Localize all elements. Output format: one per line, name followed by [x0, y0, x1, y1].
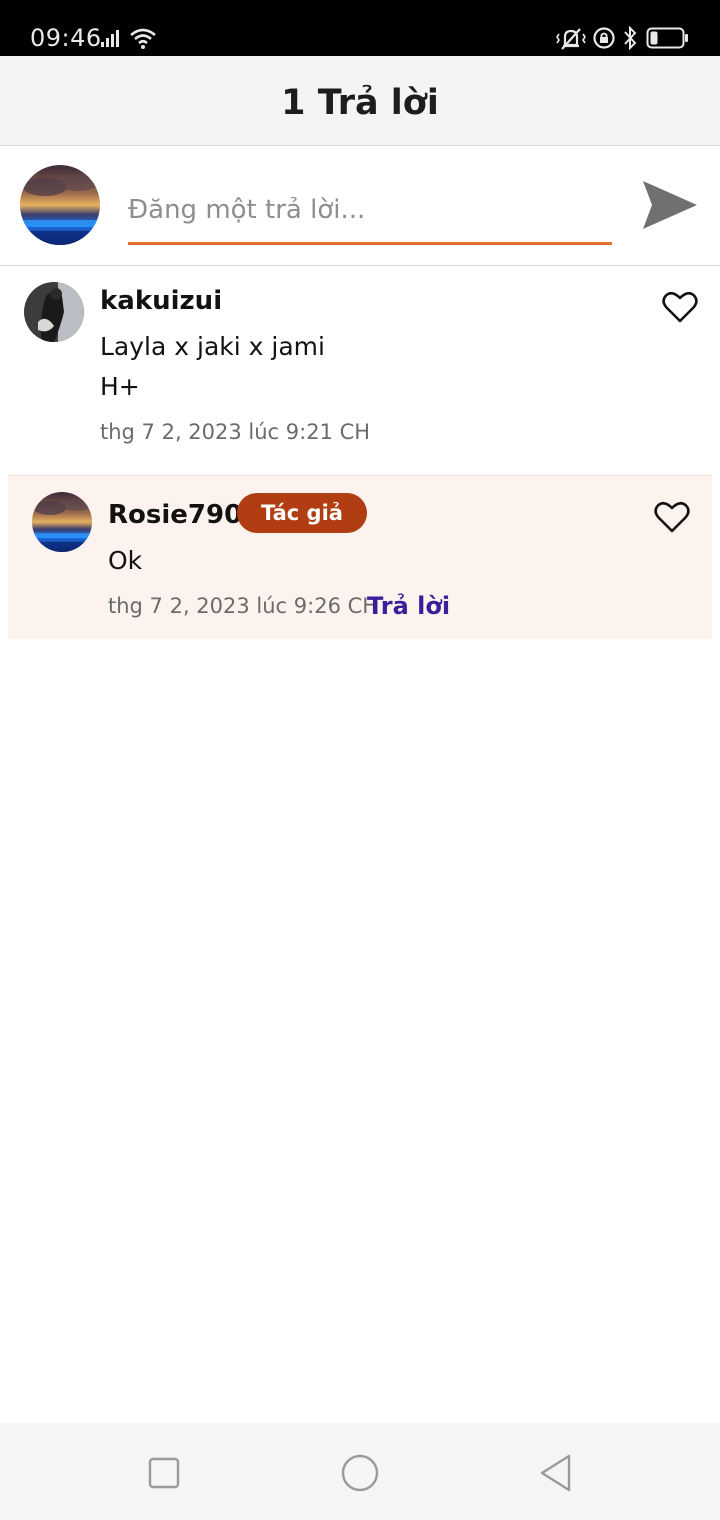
reply-text: Ok	[108, 546, 143, 575]
page-title: 1 Trả lời	[281, 83, 439, 123]
comment-timestamp: thg 7 2, 2023 lúc 9:21 CH	[100, 420, 371, 444]
reply-composer	[0, 147, 720, 266]
reply-input[interactable]	[128, 177, 612, 245]
recent-apps-icon[interactable]	[148, 1457, 180, 1489]
wifi-icon	[130, 28, 156, 49]
heart-icon[interactable]	[654, 500, 690, 534]
home-icon[interactable]	[340, 1453, 380, 1493]
reply-timestamp: thg 7 2, 2023 lúc 9:26 CH	[108, 594, 379, 618]
vibrate-icon	[556, 28, 586, 50]
author-badge: Tác giả	[237, 493, 367, 533]
reply-item: Rosie790 Tác giả Ok thg 7 2, 2023 lúc 9:…	[8, 475, 712, 639]
current-user-avatar	[20, 165, 100, 245]
bluetooth-icon	[624, 26, 637, 50]
commenter-avatar	[24, 282, 84, 342]
comment-item: kakuizui Layla x jaki x jami H+ thg 7 2,…	[0, 266, 720, 474]
battery-icon	[646, 27, 688, 49]
signal-icon	[101, 30, 119, 47]
comment-text-line-1: Layla x jaki x jami	[100, 332, 325, 361]
comment-text-line-2: H+	[100, 372, 140, 401]
status-time: 09:46	[30, 24, 102, 52]
commenter-username[interactable]: kakuizui	[100, 286, 222, 316]
heart-icon[interactable]	[662, 290, 698, 324]
rotation-lock-icon	[593, 27, 615, 49]
reply-author-avatar	[32, 492, 92, 552]
send-icon[interactable]	[640, 175, 700, 235]
back-icon[interactable]	[538, 1453, 574, 1493]
page-header: 1 Trả lời	[0, 56, 720, 146]
reply-link[interactable]: Trả lời	[367, 592, 450, 620]
reply-author-username[interactable]: Rosie790	[108, 500, 242, 530]
system-nav-bar	[0, 1423, 720, 1520]
status-bar: 09:46	[0, 0, 720, 56]
